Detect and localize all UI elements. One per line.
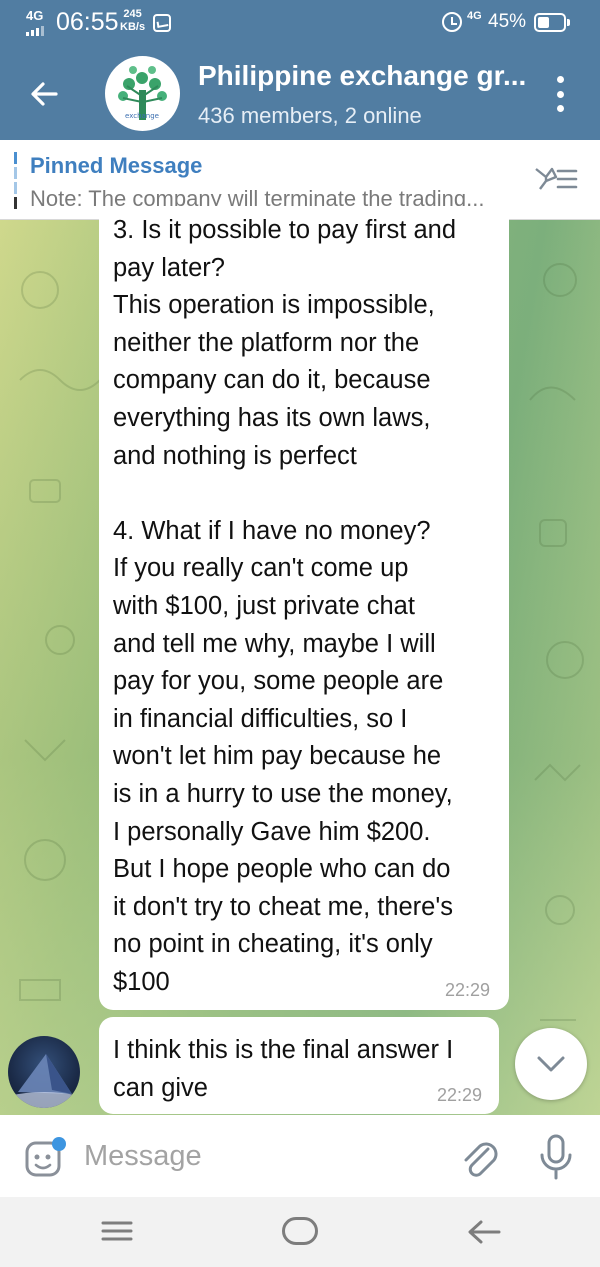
group-avatar[interactable]: exchange bbox=[105, 56, 180, 131]
chevron-down-icon bbox=[537, 1056, 565, 1072]
sticker-emoji-icon[interactable] bbox=[24, 1137, 66, 1179]
message-time: 22:29 bbox=[445, 980, 491, 1000]
battery-cap bbox=[567, 19, 570, 26]
net-speed: 245 KB/s bbox=[120, 8, 145, 34]
status-bar: 4G 06:55 245 KB/s 4G 45% bbox=[0, 0, 600, 46]
chat-title[interactable]: Philippine exchange gr... bbox=[198, 60, 526, 92]
network-type-secondary: 4G bbox=[467, 10, 482, 22]
sender-avatar[interactable] bbox=[8, 1036, 80, 1108]
network-type: 4G bbox=[26, 8, 44, 23]
back-arrow-icon[interactable] bbox=[24, 74, 64, 114]
tree-logo-icon: exchange bbox=[118, 66, 167, 120]
more-options-icon[interactable] bbox=[548, 76, 572, 112]
notification-app-icon bbox=[153, 14, 171, 32]
message-input[interactable]: Message bbox=[84, 1140, 202, 1173]
message-text: I think this is the final answer I can g… bbox=[113, 1036, 454, 1102]
message-time: 22:29 bbox=[437, 1085, 483, 1105]
pinned-label: Pinned Message bbox=[30, 153, 203, 178]
net-speed-unit: KB/s bbox=[120, 21, 146, 33]
signal-icon bbox=[26, 26, 44, 36]
avatar-logo-text: exchange bbox=[125, 112, 159, 120]
recent-apps-icon[interactable] bbox=[101, 1219, 133, 1243]
mountain-avatar-icon bbox=[8, 1054, 80, 1108]
battery-percent: 45% bbox=[488, 11, 527, 32]
home-button-icon[interactable] bbox=[282, 1217, 318, 1245]
clock: 06:55 bbox=[56, 8, 119, 36]
system-nav-bar bbox=[0, 1197, 600, 1267]
net-speed-value: 245 bbox=[123, 8, 142, 20]
message-text: 3. Is it possible to pay first and pay l… bbox=[113, 216, 457, 996]
microphone-icon[interactable] bbox=[536, 1133, 576, 1181]
pinned-indicator bbox=[14, 152, 17, 209]
attach-paperclip-icon[interactable] bbox=[458, 1135, 498, 1179]
pinned-list-icon[interactable] bbox=[532, 163, 580, 195]
battery-icon bbox=[534, 13, 566, 32]
message-input-bar: Message bbox=[0, 1115, 600, 1197]
alarm-icon bbox=[442, 12, 462, 32]
nav-back-icon[interactable] bbox=[466, 1217, 502, 1247]
chat-header: exchange Philippine exchange gr... 436 m… bbox=[0, 46, 600, 140]
scroll-to-bottom-button[interactable] bbox=[515, 1028, 587, 1100]
member-count: 436 members, 2 online bbox=[198, 103, 422, 128]
